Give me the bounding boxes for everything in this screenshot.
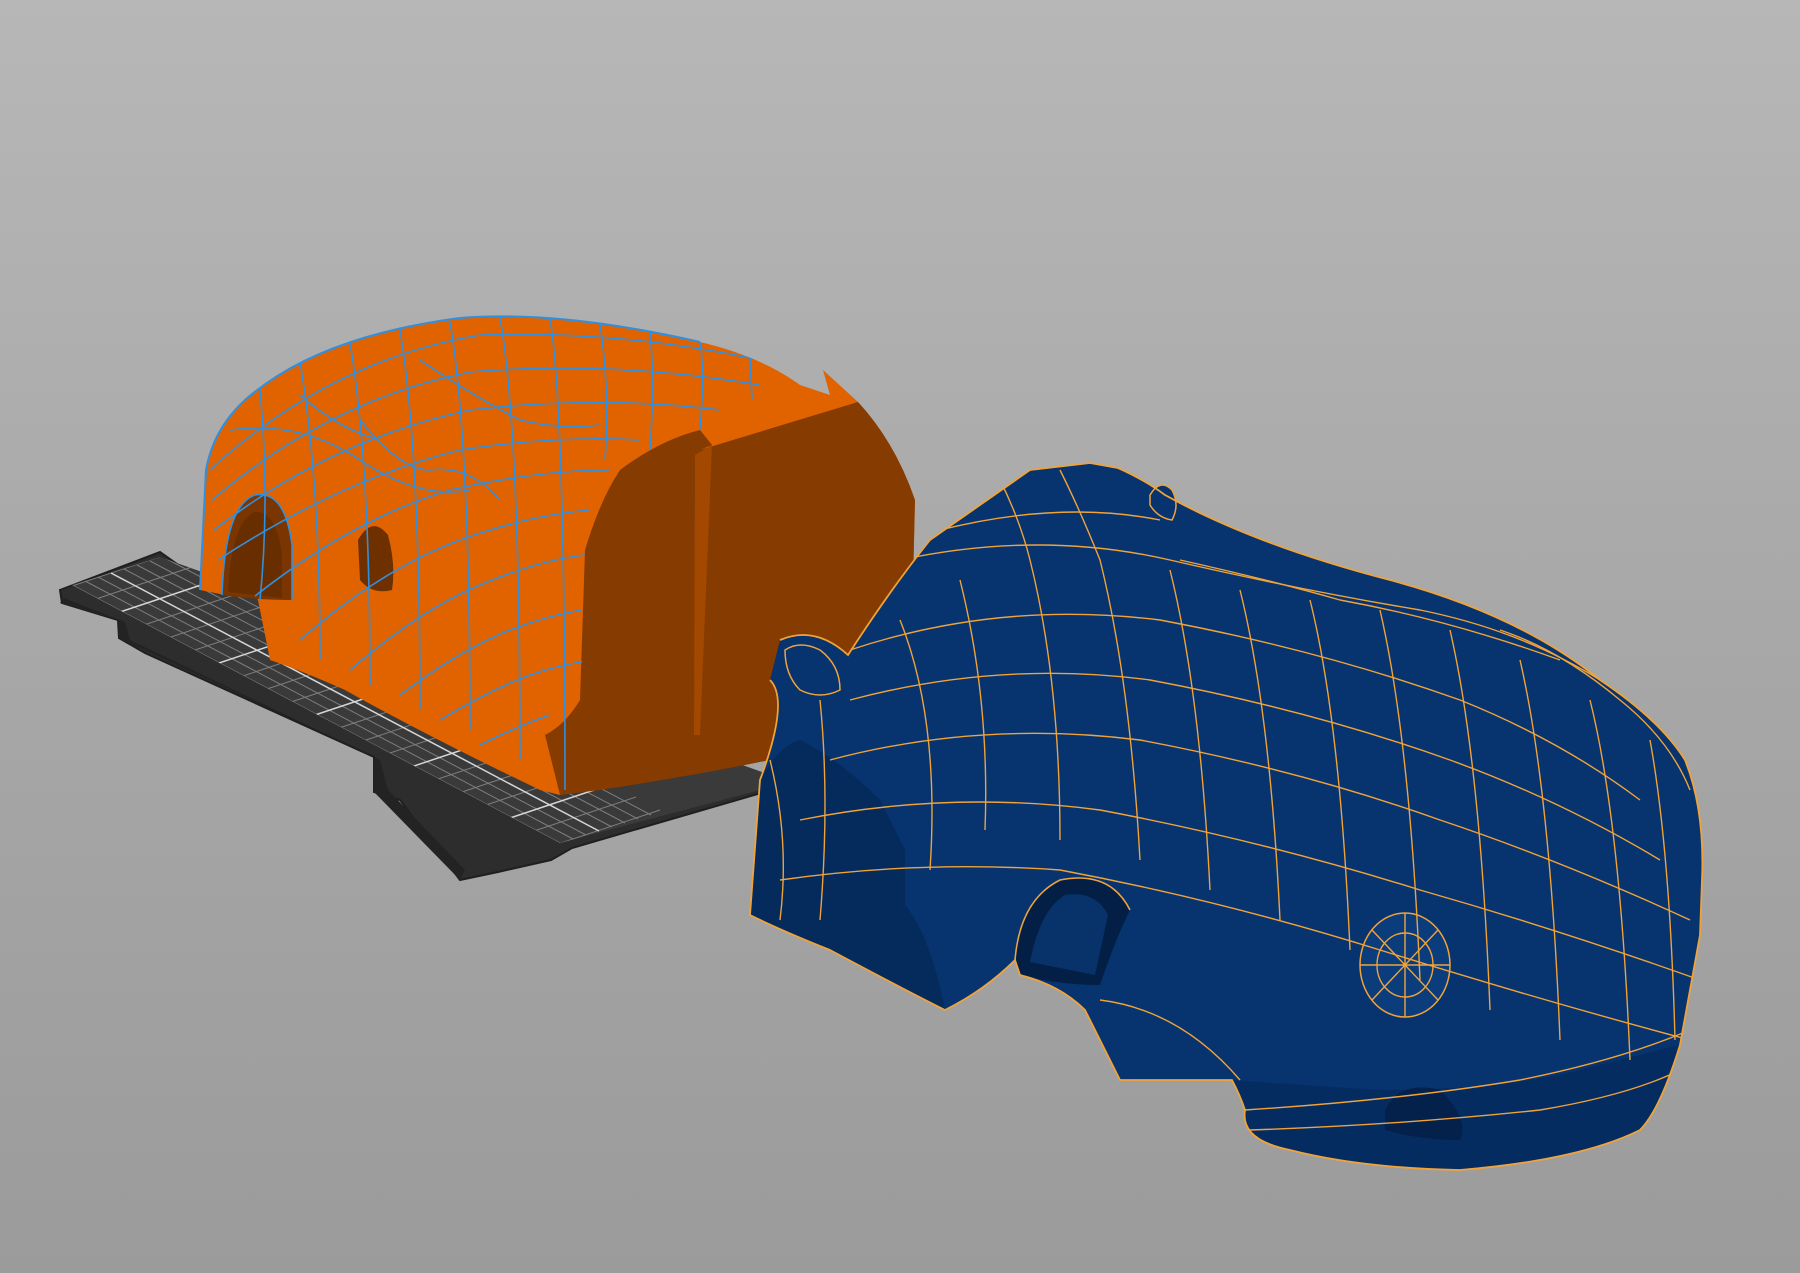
3d-viewport[interactable] [0, 0, 1800, 1273]
side-intake [358, 526, 394, 592]
scene-canvas[interactable] [0, 0, 1800, 1273]
